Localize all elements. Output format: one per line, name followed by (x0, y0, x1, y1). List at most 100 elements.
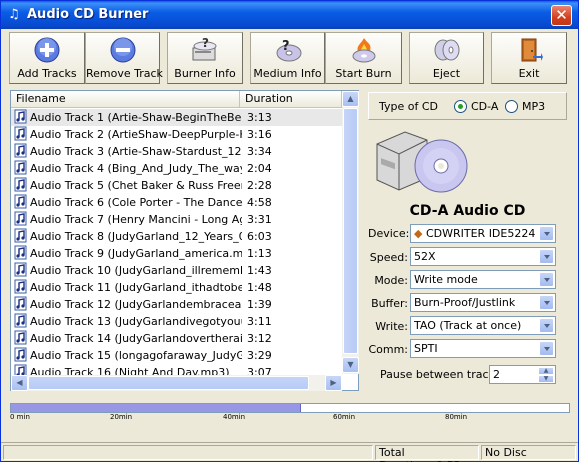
scroll-left-button[interactable]: ◀ (11, 375, 28, 391)
close-button[interactable]: ✕ (551, 5, 572, 26)
dropdown-arrow-icon[interactable] (539, 249, 554, 264)
track-filename-cell: Audio Track 4 (Bing_And_Judy_The_way... (14, 160, 242, 177)
music-file-icon (14, 177, 28, 192)
pause-spinner[interactable]: 2 ▲ ▼ (489, 365, 556, 384)
horizontal-scrollbar[interactable]: ◀ ▶ (11, 375, 342, 391)
dropdown-arrow-icon[interactable] (539, 295, 554, 310)
start-burn-button[interactable]: Start Burn (325, 32, 402, 84)
track-duration: 2:28 (247, 179, 272, 192)
disc-status: No Disc (481, 445, 576, 460)
column-duration[interactable]: Duration (240, 91, 342, 108)
dropdown-arrow-icon[interactable] (539, 272, 554, 287)
write-select[interactable]: TAO (Track at once) (410, 316, 556, 335)
table-row[interactable]: Audio Track 12 (JudyGarlandembraceabl...… (11, 296, 342, 313)
scroll-up-button[interactable]: ▲ (342, 91, 359, 107)
table-row[interactable]: Audio Track 13 (JudyGarlandivegotyouun..… (11, 313, 342, 330)
track-duration: 3:12 (247, 332, 272, 345)
track-duration: 3:34 (247, 145, 272, 158)
cda-radio[interactable] (454, 100, 467, 113)
title-bar[interactable]: ♫ Audio CD Burner ✕ (1, 1, 578, 29)
dropdown-arrow-icon[interactable] (539, 318, 554, 333)
track-filename-cell: Audio Track 3 (Artie-Shaw-Stardust_128k.… (14, 143, 242, 160)
track-filename-cell: Audio Track 13 (JudyGarlandivegotyouun..… (14, 313, 242, 330)
toolbar: Add Tracks Remove Track ? Burner Info ? … (9, 32, 571, 84)
add-icon (34, 37, 60, 63)
add-tracks-button[interactable]: Add Tracks (9, 32, 85, 84)
capacity-track (10, 403, 570, 413)
track-filename: Audio Track 8 (JudyGarland_12_Years_0... (30, 230, 242, 243)
track-filename: Audio Track 12 (JudyGarlandembraceabl... (30, 298, 242, 311)
table-row[interactable]: Audio Track 4 (Bing_And_Judy_The_way... 2… (11, 160, 342, 177)
track-filename: Audio Track 15 (longagofaraway_JudyGa... (30, 349, 242, 362)
table-row[interactable]: Audio Track 6 (Cole Porter - The Dance S… (11, 194, 342, 211)
mp3-radio-label[interactable]: MP3 (522, 100, 545, 113)
horizontal-scroll-thumb[interactable] (28, 376, 309, 390)
speed-select[interactable]: 52X (410, 247, 556, 266)
chevron-down-icon: ▼ (347, 360, 354, 369)
scroll-right-button[interactable]: ▶ (325, 375, 342, 391)
spin-down-icon[interactable]: ▼ (538, 375, 554, 383)
device-select[interactable]: ◆ CDWRITER IDE5224 (410, 224, 556, 243)
track-filename-cell: Audio Track 5 (Chet Baker & Russ Freem..… (14, 177, 242, 194)
music-file-icon (14, 364, 28, 375)
table-row[interactable]: Audio Track 15 (longagofaraway_JudyGa...… (11, 347, 342, 364)
table-row[interactable]: Audio Track 9 (JudyGarland_america.mp3) 1… (11, 245, 342, 262)
table-row[interactable]: Audio Track 11 (JudyGarland_ithadtobey..… (11, 279, 342, 296)
music-file-icon (14, 279, 28, 294)
table-row[interactable]: Audio Track 3 (Artie-Shaw-Stardust_128k.… (11, 143, 342, 160)
capacity-ruler: 0 min 20min 40min 60min 80min (10, 401, 570, 427)
dropdown-arrow-icon[interactable] (539, 341, 554, 356)
track-duration: 4:58 (247, 196, 272, 209)
track-list[interactable]: Filename Duration Audio Track 1 (Artie-S… (10, 90, 359, 391)
medium-info-button[interactable]: ? Medium Info (250, 32, 325, 84)
track-filename-cell: Audio Track 14 (JudyGarlandovertherainb.… (14, 330, 242, 347)
burner-info-button[interactable]: ? Burner Info (167, 32, 243, 84)
table-row[interactable]: Audio Track 10 (JudyGarland_illremember.… (11, 262, 342, 279)
column-filename[interactable]: Filename (11, 91, 240, 108)
exit-button[interactable]: Exit (491, 32, 567, 84)
track-filename: Audio Track 14 (JudyGarlandovertherainb.… (30, 332, 242, 345)
pause-value: 2 (493, 368, 500, 381)
table-row[interactable]: Audio Track 7 (Henry Mancini - Long Ago.… (11, 211, 342, 228)
track-filename-cell: Audio Track 8 (JudyGarland_12_Years_0... (14, 228, 242, 245)
mp3-radio[interactable] (505, 100, 518, 113)
music-file-icon (14, 313, 28, 328)
table-row[interactable]: Audio Track 16 (Night And Day.mp3) 3:07 (11, 364, 342, 375)
spin-up-icon[interactable]: ▲ (538, 367, 554, 375)
write-label: Write: (375, 320, 408, 333)
comm-select[interactable]: SPTI (410, 339, 556, 358)
status-bar: Total Duration=0:52 No Disc (1, 442, 578, 462)
cda-radio-label[interactable]: CD-A (471, 100, 498, 113)
music-file-icon (14, 160, 28, 175)
music-file-icon (14, 194, 28, 209)
music-file-icon (14, 228, 28, 243)
table-row[interactable]: Audio Track 2 (ArtieShaw-DeepPurple-He..… (11, 126, 342, 143)
remove-track-label: Remove Track (86, 67, 163, 80)
music-file-icon (14, 143, 28, 158)
buffer-value: Burn-Proof/Justlink (414, 296, 516, 309)
track-duration: 6:03 (247, 230, 272, 243)
track-filename-cell: Audio Track 2 (ArtieShaw-DeepPurple-He..… (14, 126, 242, 143)
music-file-icon (14, 347, 28, 362)
chevron-right-icon: ▶ (330, 378, 337, 387)
music-file-icon (14, 330, 28, 345)
table-row[interactable]: Audio Track 8 (JudyGarland_12_Years_0...… (11, 228, 342, 245)
buffer-select[interactable]: Burn-Proof/Justlink (410, 293, 556, 312)
scroll-down-button[interactable]: ▼ (342, 357, 359, 373)
mode-select[interactable]: Write mode (410, 270, 556, 289)
vertical-scrollbar[interactable]: ▲ ▼ (342, 91, 359, 374)
track-filename: Audio Track 4 (Bing_And_Judy_The_way... (30, 162, 242, 175)
dropdown-arrow-icon[interactable] (539, 226, 554, 241)
window-title: Audio CD Burner (27, 7, 149, 22)
table-row[interactable]: Audio Track 14 (JudyGarlandovertherainb.… (11, 330, 342, 347)
remove-track-button[interactable]: Remove Track (85, 32, 163, 84)
music-file-icon (14, 109, 28, 124)
vertical-scroll-thumb[interactable] (343, 108, 358, 354)
table-row[interactable]: Audio Track 5 (Chet Baker & Russ Freem..… (11, 177, 342, 194)
cd-mode-title: CD-A Audio CD (409, 203, 526, 219)
table-row[interactable]: Audio Track 1 (Artie-Shaw-BeginTheBegu..… (11, 109, 342, 126)
track-filename: Audio Track 11 (JudyGarland_ithadtobey..… (30, 281, 242, 294)
mode-label: Mode: (374, 274, 408, 287)
eject-button[interactable]: Eject (409, 32, 484, 84)
speed-label: Speed: (369, 251, 408, 264)
